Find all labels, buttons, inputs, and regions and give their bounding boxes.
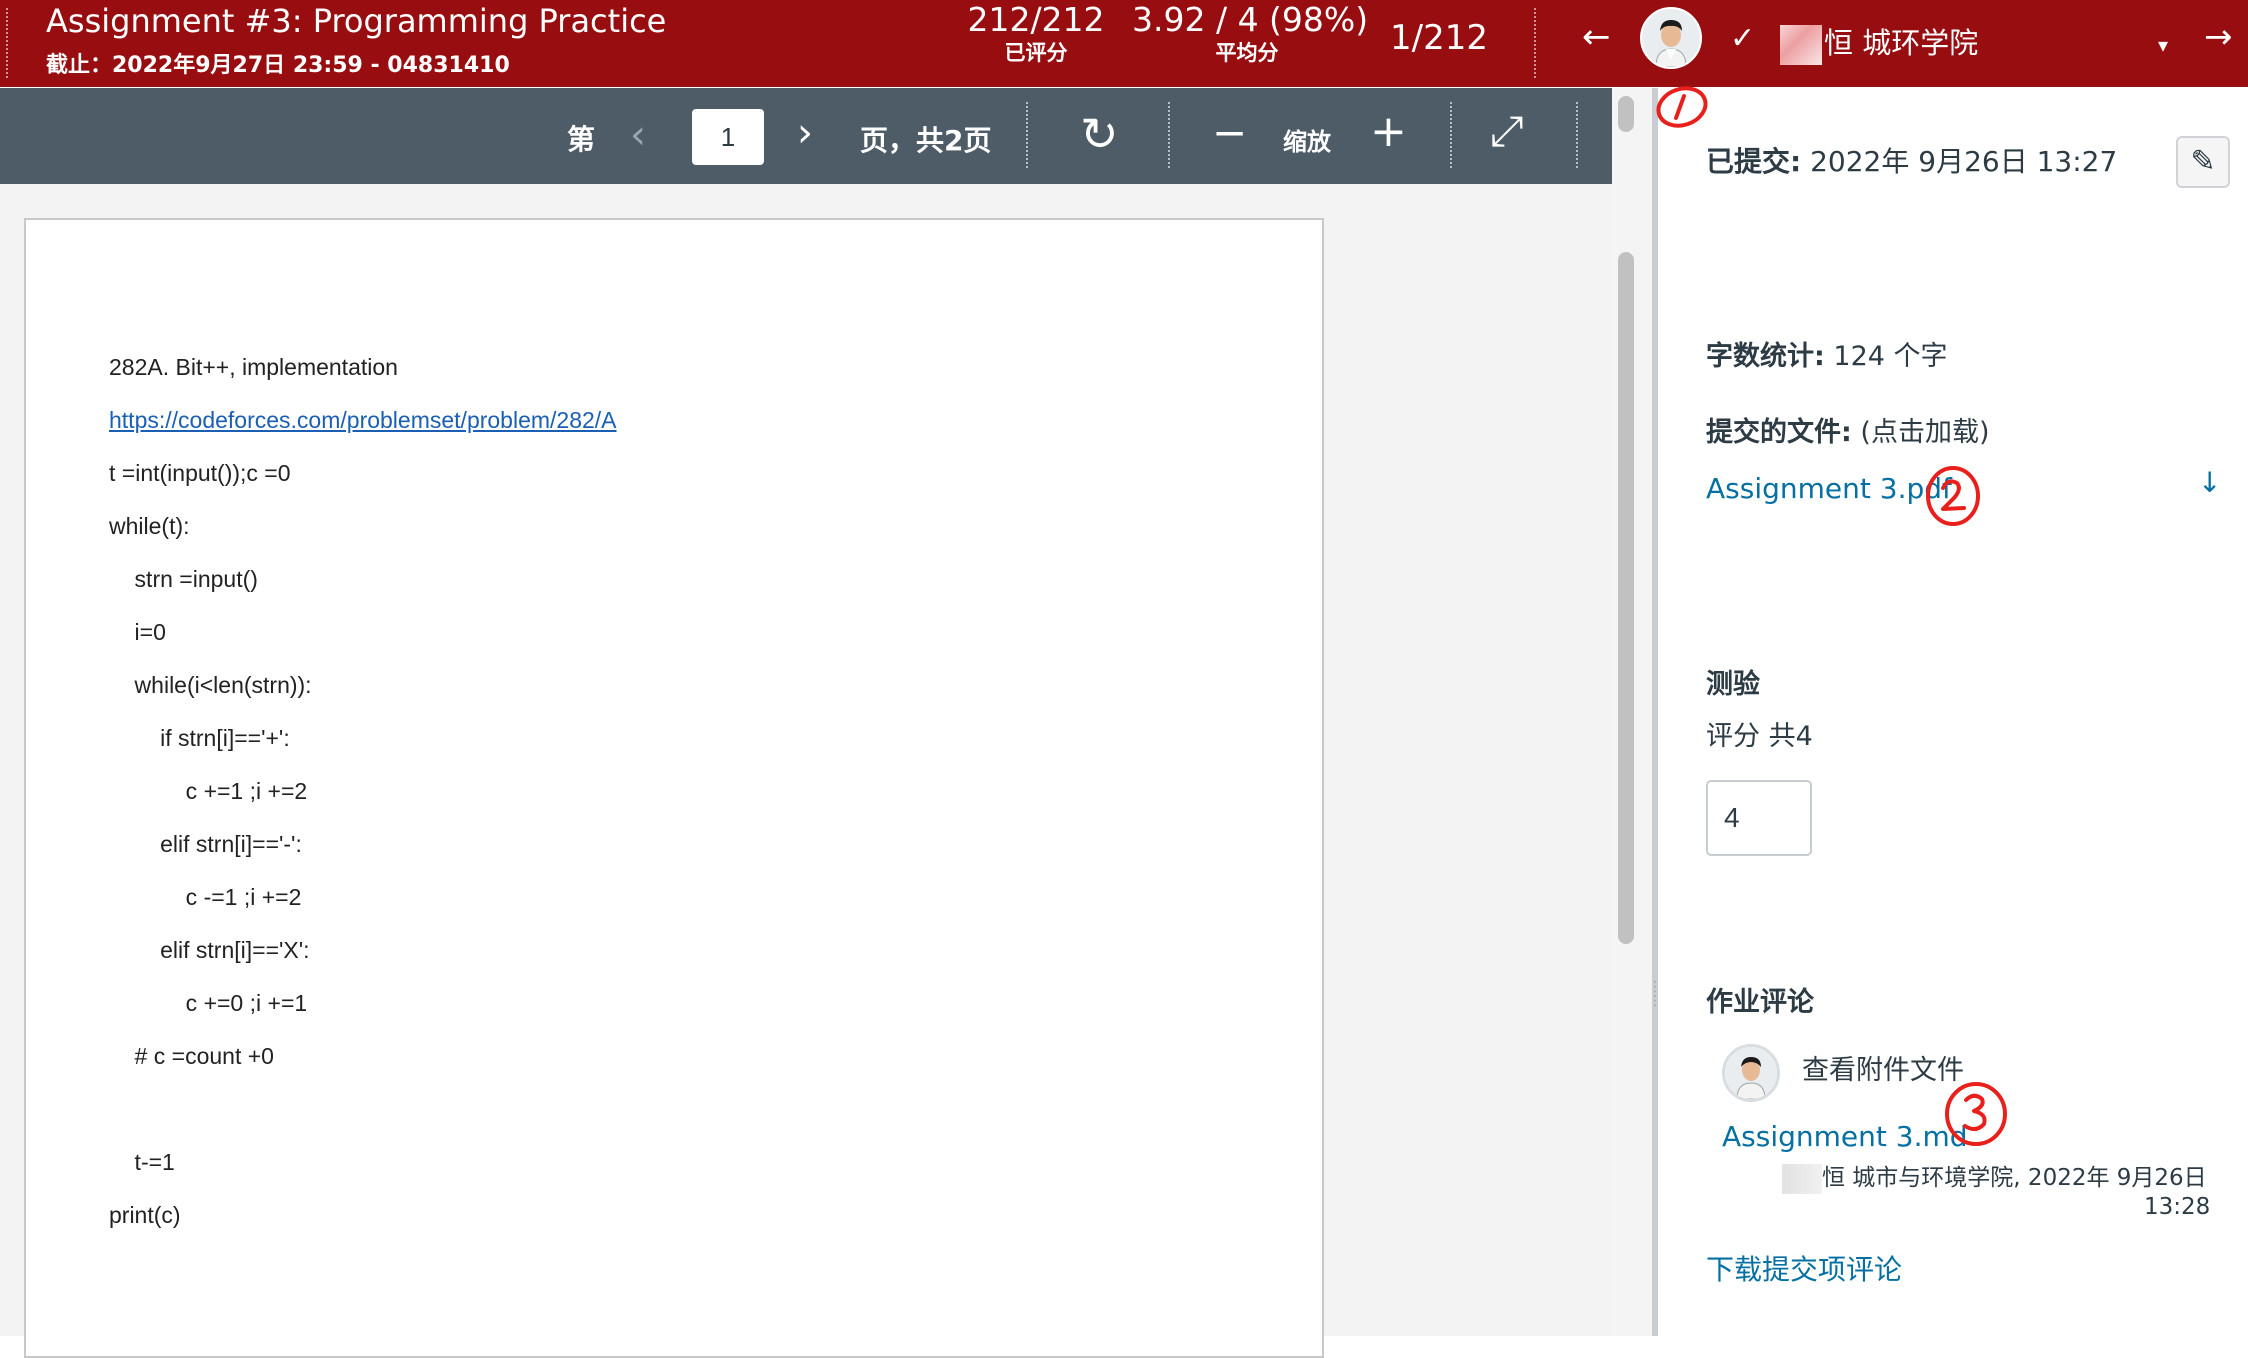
student-dropdown-chevron-icon[interactable]: ▾ [2158, 28, 2168, 62]
student-name[interactable]: 恒 城环学院 [1780, 20, 1978, 65]
assignment-due-date: 截止：2022年9月27日 23:59 - 04831410 [46, 53, 510, 78]
doc-line: strn =input() [109, 566, 258, 592]
word-count-value: 124 个字 [1833, 341, 1948, 372]
word-count-label: 字数统计: [1706, 341, 1825, 372]
doc-line: while(i<len(strn)): [109, 672, 312, 698]
annotation-mark-1 [1656, 86, 1708, 128]
next-page-icon[interactable]: › [797, 110, 813, 156]
score-input[interactable] [1706, 780, 1812, 856]
page-count-label: 页，共2页 [860, 124, 992, 157]
graded-label: 已评分 [1004, 41, 1068, 65]
check-icon: ✓ [1730, 21, 1756, 56]
redacted-name-block [1782, 1163, 1822, 1194]
assignment-title[interactable]: Assignment #3: Programming Practice [46, 2, 666, 40]
comment-meta-text: 恒 城市与环境学院, 2022年 9月26日 [1822, 1165, 2207, 1191]
doc-line: c -=1 ;i +=2 [109, 884, 302, 910]
grading-sidebar: 已提交: 2022年 9月26日 13:27 ✎ 字数统计: 124 个字 提交… [1658, 88, 2248, 1336]
word-count: 字数统计: 124 个字 [1706, 334, 1948, 373]
doc-problem-link[interactable]: https://codeforces.com/problemset/proble… [109, 407, 617, 434]
document-page: 282A. Bit++, implementation https://code… [24, 218, 1324, 1358]
student-position: 1/212 [1390, 18, 1488, 58]
graded-count: 212/212 [967, 0, 1105, 39]
scrollbar-thumb[interactable] [1618, 252, 1634, 944]
comment-time: 13:28 [2144, 1194, 2211, 1220]
comment-author-date: 恒 城市与环境学院, 2022年 9月26日 [1782, 1158, 2207, 1194]
average-label: 平均分 [1215, 41, 1279, 65]
quiz-section-title: 测验 [1706, 669, 1760, 700]
submitted-files-hint: (点击加载) [1860, 417, 1990, 448]
fullscreen-icon[interactable]: ⤢ [1490, 106, 1524, 156]
previous-page-icon[interactable]: ‹ [630, 112, 646, 158]
document-viewport[interactable]: 282A. Bit++, implementation https://code… [0, 184, 1612, 1358]
page-number-input[interactable] [692, 109, 764, 165]
submitted-files-heading: 提交的文件: (点击加载) [1706, 410, 1989, 449]
submitted-info: 已提交: 2022年 9月26日 13:27 [1706, 140, 2117, 180]
average-score: 3.92 / 4 (98%) [1132, 0, 1369, 39]
doc-line: c +=1 ;i +=2 [109, 778, 308, 804]
doc-line: while(t): [109, 513, 190, 539]
doc-line: elif strn[i]=='-': [109, 831, 302, 857]
page-prefix-label: 第 [567, 123, 596, 156]
zoom-out-icon[interactable]: − [1212, 108, 1247, 157]
average-stat: 3.92 / 4 (98%) 平均分 [1132, 0, 1369, 66]
doc-line: i=0 [109, 619, 166, 645]
submitted-date: 2022年 9月26日 13:27 [1810, 145, 2118, 178]
previous-student-arrow-icon[interactable]: ← [1582, 20, 1611, 54]
doc-line: t =int(input());c =0 [109, 460, 291, 486]
zoom-label: 缩放 [1283, 128, 1331, 156]
annotation-mark-3 [1945, 1082, 2007, 1146]
redacted-name-block [1780, 25, 1822, 65]
submitted-files-label: 提交的文件: [1706, 417, 1852, 448]
doc-line: elif strn[i]=='X': [109, 937, 310, 963]
graded-stat: 212/212 已评分 [960, 0, 1112, 66]
commenter-avatar [1722, 1044, 1780, 1102]
toolbar-separator [1576, 102, 1578, 168]
rotate-icon[interactable]: ↻ [1080, 107, 1119, 161]
comments-section-title: 作业评论 [1706, 987, 1814, 1018]
submitted-label: 已提交: [1706, 145, 1802, 178]
zoom-in-icon[interactable]: + [1370, 106, 1407, 157]
grader-header: Assignment #3: Programming Practice 截止：2… [0, 0, 2248, 87]
annotation-mark-2 [1926, 466, 1980, 526]
pencil-icon: ✎ [2190, 144, 2216, 179]
toolbar-separator [1168, 102, 1170, 168]
comment-attachment-link[interactable]: Assignment 3.md [1722, 1120, 1968, 1153]
comment-text: 查看附件文件 [1802, 1055, 1964, 1086]
doc-line: print(c) [109, 1202, 181, 1228]
next-student-arrow-icon[interactable]: → [2204, 20, 2233, 54]
toolbar-separator [1026, 102, 1028, 168]
doc-line: if strn[i]=='+': [109, 725, 290, 751]
annotate-pencil-button[interactable]: ✎ [2176, 136, 2230, 188]
download-icon[interactable]: ↓ [2198, 466, 2221, 499]
score-label: 评分 共4 [1706, 721, 1813, 752]
doc-line: # c =count +0 [109, 1043, 274, 1069]
doc-line: c +=0 ;i +=1 [109, 990, 308, 1016]
header-divider-left [6, 8, 8, 78]
scrollbar-thumb-top[interactable] [1618, 96, 1634, 132]
submitted-file-link[interactable]: Assignment 3.pdf [1706, 472, 1952, 505]
doc-line: 282A. Bit++, implementation [109, 354, 398, 380]
document-viewer-toolbar: 第 ‹ › 页，共2页 ↻ − 缩放 + ⤢ [0, 88, 1612, 184]
header-divider [1534, 8, 1536, 78]
toolbar-separator [1450, 102, 1452, 168]
download-comments-link[interactable]: 下载提交项评论 [1706, 1248, 1902, 1288]
student-name-text: 恒 城环学院 [1824, 26, 1979, 60]
student-avatar[interactable] [1640, 7, 1702, 69]
doc-line: t-=1 [109, 1149, 175, 1175]
